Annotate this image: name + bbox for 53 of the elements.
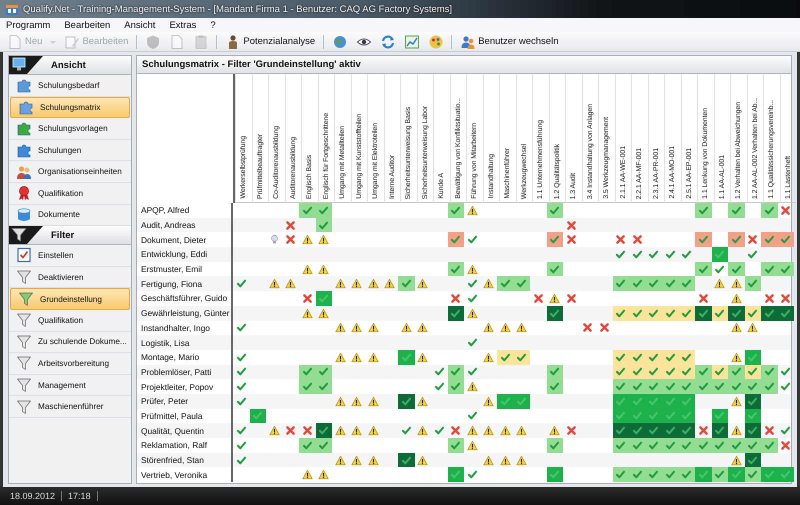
filter-icon <box>16 355 32 372</box>
edit-icon <box>64 34 80 49</box>
globe-icon <box>332 34 348 49</box>
menu-item[interactable]: ? <box>210 20 216 30</box>
document-icon <box>7 34 22 49</box>
toolbar-button[interactable]: Benutzer wechseln <box>457 33 562 50</box>
sidebar-item[interactable]: Schulungsmatrix <box>10 96 130 118</box>
palette-icon <box>428 34 444 49</box>
puzzle-icon <box>18 99 34 116</box>
sidebar-item[interactable]: Schulungen <box>9 140 131 162</box>
filter-icon <box>16 377 32 394</box>
puzzle-icon <box>16 142 32 158</box>
section-title: Ansicht <box>51 60 86 70</box>
sidebar-item[interactable]: Grundeinstellung <box>10 288 130 310</box>
sidebar-item[interactable]: Maschienenführer <box>9 396 131 418</box>
menu-item[interactable]: Bearbeiten <box>64 20 110 30</box>
window-title: Qualify.Net - Training-Management-System - [Mandant Firma 1 - Benutzer: CAQ AG Factory Systems] <box>23 4 452 14</box>
shield-icon <box>145 34 160 49</box>
panel-title: Schulungsmatrix - Filter 'Grundeinstellung' aktiv <box>142 59 361 70</box>
sidebar-item[interactable]: Zu schulende Dokume... <box>9 332 131 354</box>
filter-icon <box>16 334 32 350</box>
puzzle-icon <box>16 77 32 94</box>
sidebar-item[interactable]: Organisationseinheiten <box>9 161 131 183</box>
filter-icon <box>16 312 32 328</box>
app-icon <box>5 2 19 16</box>
sidebar-item[interactable]: Einstellen <box>9 245 131 267</box>
toolbar-button[interactable]: Potenzialanalyse <box>222 33 318 50</box>
filter-icon <box>18 291 34 308</box>
chart-icon <box>404 34 420 49</box>
status-time: 17:18 <box>62 491 98 501</box>
filter-icon <box>16 398 32 415</box>
funnel-icon <box>9 226 43 244</box>
people-icon <box>16 164 32 180</box>
clipboard-icon <box>193 34 208 49</box>
menu-item[interactable]: Programm <box>6 20 50 30</box>
document-icon <box>169 34 184 49</box>
checklist-icon <box>16 247 32 264</box>
status-date: 18.09.2012 <box>4 491 62 501</box>
section-title: Filter <box>51 230 74 241</box>
filter-icon <box>16 269 32 286</box>
menu-item[interactable]: Extras <box>169 20 196 30</box>
users-icon <box>460 34 476 49</box>
sidebar-item[interactable]: Qualifikation <box>9 310 131 332</box>
drum-icon <box>16 206 32 223</box>
puzzle-icon <box>16 120 32 136</box>
sidebar-item[interactable]: Management <box>9 374 131 396</box>
refresh-icon <box>380 34 396 49</box>
menu-item[interactable]: Ansicht <box>124 20 156 30</box>
sidebar-item[interactable]: Schulungsvorlagen <box>9 118 131 140</box>
employee-name: Vertrieb, Veronika <box>137 467 233 482</box>
sidebar-item[interactable]: Arbeitsvorbereitung <box>9 353 131 375</box>
rosette-icon <box>16 185 32 202</box>
sidebar-item[interactable]: Qualifikation <box>9 182 131 205</box>
